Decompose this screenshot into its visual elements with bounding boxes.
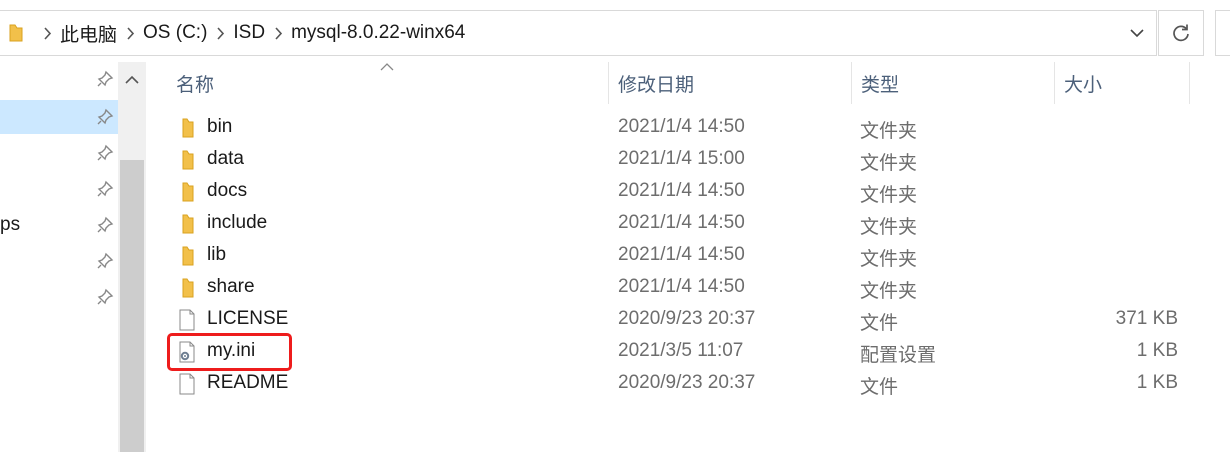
file-date: 2021/1/4 15:00 [618, 148, 745, 169]
file-type: 文件 [860, 313, 899, 334]
file-row[interactable]: docs 2021/1/4 14:50 文件夹 [166, 176, 1190, 208]
breadcrumb: 此电脑 OS (C:) ISD mysql-8.0.22-winx64 [36, 11, 467, 55]
highlight-box [167, 333, 292, 371]
column-divider[interactable] [1189, 62, 1190, 104]
folder-icon [182, 118, 194, 138]
file-name: data [207, 148, 244, 169]
file-date: 2020/9/23 20:37 [618, 308, 756, 329]
file-date: 2021/1/4 14:50 [618, 180, 745, 201]
pin-icon[interactable] [96, 144, 114, 162]
column-header-type[interactable]: 类型 [861, 62, 1054, 104]
file-name: share [207, 276, 255, 297]
file-date: 2021/1/4 14:50 [618, 244, 745, 265]
nav-item[interactable] [0, 172, 118, 206]
file-date: 2021/1/4 14:50 [618, 212, 745, 233]
column-header-date[interactable]: 修改日期 [618, 62, 850, 104]
breadcrumb-this-pc[interactable]: 此电脑 [58, 20, 119, 47]
file-date: 2021/1/4 14:50 [618, 276, 745, 297]
column-header-size-label: 大小 [1064, 74, 1103, 96]
refresh-icon [1173, 24, 1189, 42]
file-date: 2020/9/23 20:37 [618, 372, 756, 393]
file-name: lib [207, 244, 227, 265]
file-name: include [207, 212, 268, 233]
chevron-up-icon [125, 75, 139, 84]
file-size: 371 KB [1115, 308, 1178, 329]
folder-icon [182, 246, 194, 266]
pin-icon[interactable] [96, 108, 114, 126]
nav-item[interactable] [0, 136, 118, 170]
navigation-pane: ps [0, 62, 118, 452]
scrollbar-thumb[interactable] [120, 160, 144, 452]
search-input[interactable] [1215, 10, 1230, 56]
pin-icon[interactable] [96, 180, 114, 198]
nav-item[interactable] [0, 62, 118, 96]
file-type: 文件夹 [860, 153, 918, 174]
column-header-type-label: 类型 [861, 74, 900, 96]
file-date: 2021/3/5 11:07 [618, 340, 744, 361]
pin-icon[interactable] [96, 216, 114, 234]
file-size: 1 KB [1136, 340, 1178, 361]
file-type: 文件夹 [860, 185, 918, 206]
file-row[interactable]: README 2020/9/23 20:37 文件 1 KB [166, 368, 1190, 400]
file-name: LICENSE [207, 308, 289, 329]
folder-icon [182, 278, 194, 298]
column-header-name[interactable]: 名称 [176, 62, 608, 104]
file-icon [179, 309, 195, 331]
file-type: 文件 [860, 377, 899, 398]
file-icon [179, 373, 195, 395]
address-bar[interactable]: 此电脑 OS (C:) ISD mysql-8.0.22-winx64 [0, 10, 1157, 56]
chevron-down-icon[interactable] [1128, 24, 1146, 42]
file-date: 2021/1/4 14:50 [618, 116, 745, 137]
file-name: README [207, 372, 289, 393]
pin-icon[interactable] [96, 70, 114, 88]
nav-item[interactable] [0, 100, 118, 134]
file-size: 1 KB [1136, 372, 1178, 393]
column-header-size[interactable]: 大小 [1064, 62, 1189, 104]
pin-icon[interactable] [96, 288, 114, 306]
column-divider[interactable] [851, 62, 852, 104]
file-row[interactable]: share 2021/1/4 14:50 文件夹 [166, 272, 1190, 304]
folder-icon [182, 182, 194, 202]
file-row[interactable]: my.ini 2021/3/5 11:07 配置设置 1 KB [166, 336, 1190, 368]
file-type: 文件夹 [860, 217, 918, 238]
chevron-right-icon[interactable] [36, 26, 58, 40]
nav-item[interactable] [0, 244, 118, 278]
column-divider[interactable] [608, 62, 609, 104]
chevron-right-icon[interactable] [209, 26, 231, 40]
chevron-right-icon[interactable] [267, 26, 289, 40]
folder-icon [182, 150, 194, 170]
nav-item[interactable]: ps [0, 208, 118, 242]
file-type: 文件夹 [860, 249, 918, 270]
folder-icon [182, 214, 194, 234]
file-type: 文件夹 [860, 281, 918, 302]
file-row[interactable]: lib 2021/1/4 14:50 文件夹 [166, 240, 1190, 272]
refresh-button[interactable] [1158, 10, 1204, 56]
chevron-right-icon[interactable] [119, 26, 141, 40]
file-name: docs [207, 180, 248, 201]
column-header-name-label: 名称 [176, 74, 215, 96]
folder-icon [9, 24, 23, 42]
breadcrumb-isd[interactable]: ISD [231, 22, 267, 44]
column-divider[interactable] [1054, 62, 1055, 104]
nav-item[interactable] [0, 280, 118, 314]
breadcrumb-mysql-folder[interactable]: mysql-8.0.22-winx64 [289, 22, 467, 44]
file-row[interactable]: LICENSE 2020/9/23 20:37 文件 371 KB [166, 304, 1190, 336]
file-row[interactable]: include 2021/1/4 14:50 文件夹 [166, 208, 1190, 240]
file-row[interactable]: data 2021/1/4 15:00 文件夹 [166, 144, 1190, 176]
file-type: 配置设置 [860, 345, 937, 366]
file-name: bin [207, 116, 233, 137]
file-type: 文件夹 [860, 121, 918, 142]
nav-item-label: ps [0, 214, 21, 235]
pin-icon[interactable] [96, 252, 114, 270]
breadcrumb-drive-c[interactable]: OS (C:) [141, 22, 209, 44]
nav-scrollbar[interactable] [118, 62, 146, 452]
file-row[interactable]: bin 2021/1/4 14:50 文件夹 [166, 112, 1190, 144]
column-header-date-label: 修改日期 [618, 74, 695, 96]
scroll-up-button[interactable] [118, 62, 146, 96]
